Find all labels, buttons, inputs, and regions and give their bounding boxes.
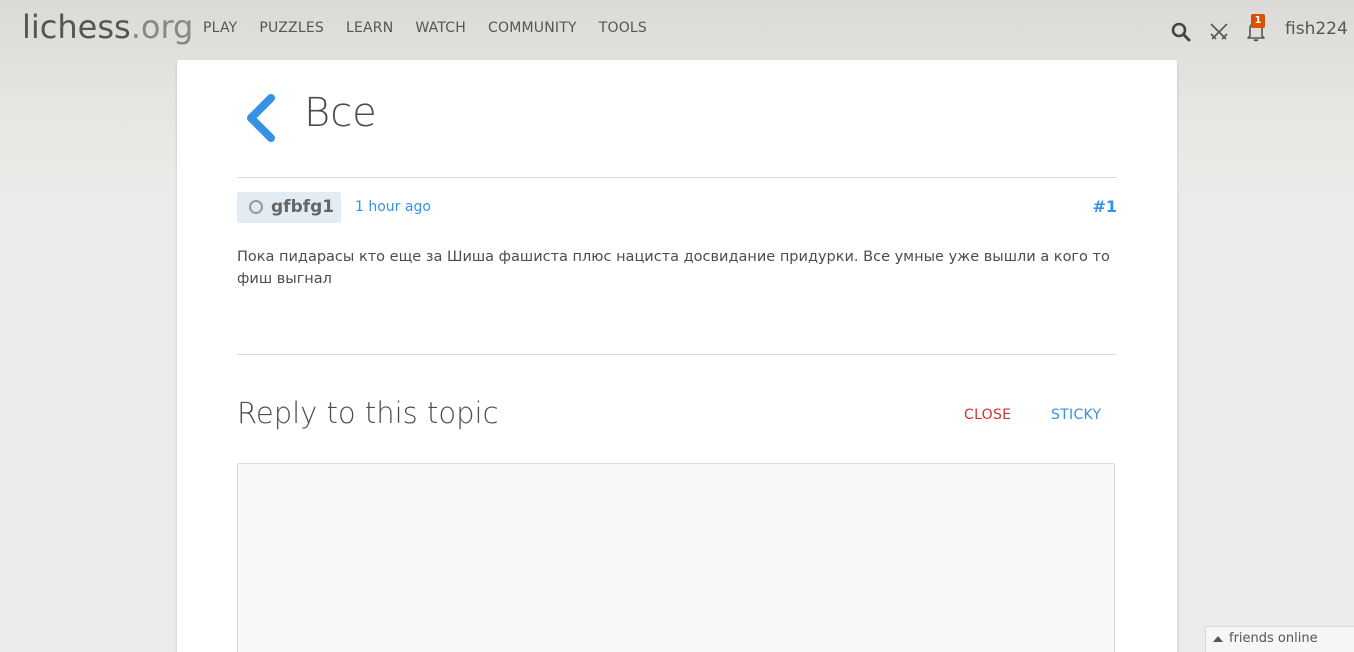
author-name: gfbfg1 xyxy=(271,197,335,217)
chevron-left-icon[interactable] xyxy=(241,94,281,142)
nav-tools[interactable]: TOOLS xyxy=(588,20,658,36)
site-logo[interactable]: lichess.org xyxy=(22,8,193,46)
nav-play[interactable]: PLAY xyxy=(192,20,248,36)
nav-watch[interactable]: WATCH xyxy=(404,20,477,36)
nav-puzzles[interactable]: PUZZLES xyxy=(248,20,335,36)
close-topic-button[interactable]: CLOSE xyxy=(964,407,1011,423)
topic-title: Все xyxy=(304,90,377,136)
post-body: Пока пидарасы кто еще за Шиша фашиста пл… xyxy=(237,249,1110,287)
site-header: lichess.org PLAY PUZZLES LEARN WATCH COM… xyxy=(0,0,1354,60)
sticky-topic-button[interactable]: STICKY xyxy=(1051,407,1101,423)
post-number-link[interactable]: #1 xyxy=(1092,197,1117,216)
user-menu[interactable]: fish224 xyxy=(1285,19,1348,39)
reply-textarea[interactable] xyxy=(237,463,1115,652)
forum-topic-box: Все gfbfg1 1 hour ago #1 Пока пидарасы к… xyxy=(177,60,1177,652)
nav-learn[interactable]: LEARN xyxy=(335,20,404,36)
post-time[interactable]: 1 hour ago xyxy=(355,199,431,215)
reply-heading: Reply to this topic xyxy=(237,396,499,430)
logo-tld: .org xyxy=(130,8,194,46)
swords-icon[interactable] xyxy=(1209,22,1229,42)
search-icon[interactable] xyxy=(1171,22,1191,42)
nav-community[interactable]: COMMUNITY xyxy=(477,20,588,36)
friends-online-toggle[interactable]: friends online xyxy=(1205,626,1354,652)
notification-count-badge: 1 xyxy=(1251,14,1265,28)
offline-status-icon xyxy=(249,200,263,214)
friends-online-label: friends online xyxy=(1229,631,1318,646)
logo-main: lichess xyxy=(22,8,131,46)
main-nav: PLAY PUZZLES LEARN WATCH COMMUNITY TOOLS xyxy=(192,20,658,36)
post-author[interactable]: gfbfg1 xyxy=(237,192,341,223)
divider xyxy=(237,177,1117,178)
caret-up-icon xyxy=(1213,636,1223,642)
divider xyxy=(237,354,1117,355)
